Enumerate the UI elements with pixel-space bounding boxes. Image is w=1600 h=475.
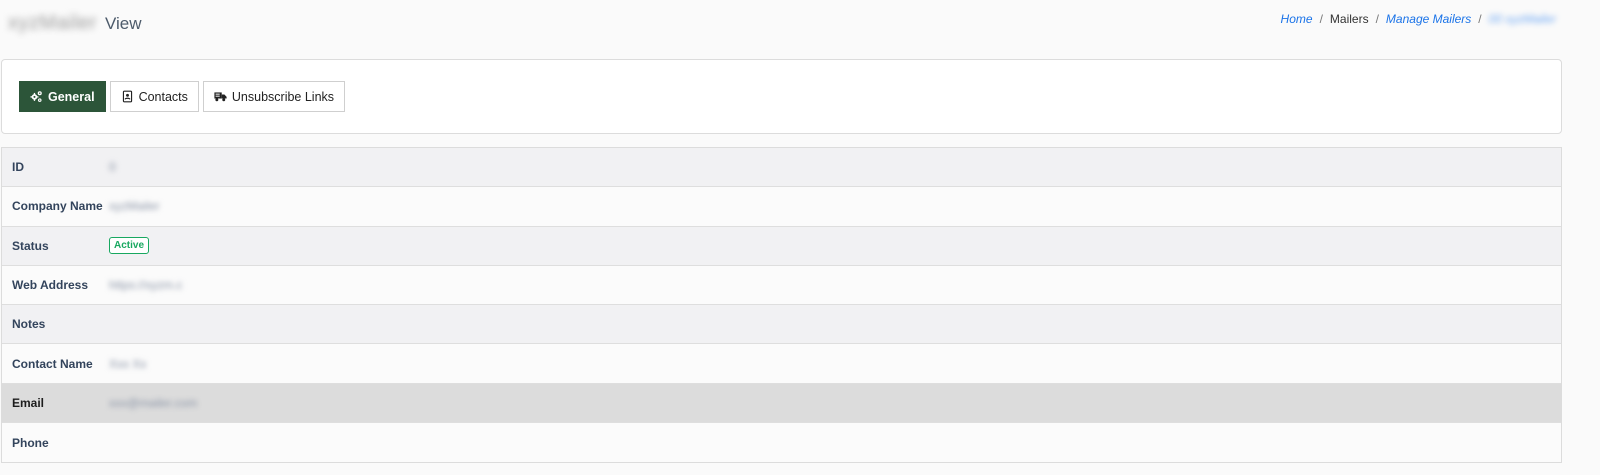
detail-row-web-address: Web Address https://xyzm.c (2, 265, 1561, 306)
breadcrumb-home[interactable]: Home (1281, 12, 1313, 26)
detail-table: ID 0 Company Name xyzMailer Status Activ… (1, 147, 1562, 464)
row-label: Phone (12, 435, 49, 450)
detail-row-email: Email xxx@mailer.com (2, 383, 1561, 424)
page-header: xyzMailer View Home / Mailers / Manage M… (0, 0, 1600, 48)
gears-icon (30, 90, 43, 103)
row-label: Email (12, 395, 45, 410)
detail-row-status: Status Active (2, 226, 1561, 266)
detail-row-contact-name: Contact Name Xxx Xx (2, 344, 1561, 384)
breadcrumb-manage-mailers[interactable]: Manage Mailers (1386, 12, 1471, 26)
truck-icon (214, 90, 227, 103)
tab-unsubscribe-links-label: Unsubscribe Links (231, 89, 335, 104)
breadcrumb-separator: / (1478, 12, 1482, 26)
row-value: xyzMailer (109, 199, 160, 214)
breadcrumb-separator: / (1375, 12, 1379, 26)
tab-unsubscribe-links[interactable]: Unsubscribe Links (202, 81, 346, 112)
row-label: Status (12, 238, 49, 253)
row-value: Active (109, 237, 150, 255)
tab-contacts[interactable]: Contacts (109, 81, 199, 112)
view-label: View (104, 13, 142, 33)
breadcrumb: Home / Mailers / Manage Mailers / 00 xyz… (1281, 12, 1556, 26)
row-value: Xxx Xx (109, 356, 147, 371)
detail-row-company-name: Company Name xyzMailer (2, 187, 1561, 227)
row-label: Contact Name (12, 356, 93, 371)
tab-card: General Contacts Unsubscribe Links (1, 59, 1562, 134)
row-label: Notes (12, 317, 46, 332)
tab-general[interactable]: General (19, 81, 106, 112)
detail-row-id: ID 0 (2, 148, 1561, 188)
row-label: ID (12, 160, 24, 175)
breadcrumb-current[interactable]: 00 xyzMailer (1489, 12, 1556, 26)
breadcrumb-separator: / (1319, 12, 1323, 26)
tab-general-label: General (48, 89, 95, 104)
row-label: Company Name (12, 199, 103, 214)
row-value: 0 (109, 160, 116, 175)
row-value: https://xyzm.c (109, 278, 183, 293)
row-label: Web Address (12, 278, 89, 293)
breadcrumb-mailers: Mailers (1329, 12, 1369, 26)
address-book-icon (121, 90, 134, 103)
tab-bar: General Contacts Unsubscribe Links (19, 81, 346, 112)
status-badge: Active (109, 237, 150, 255)
detail-row-phone: Phone (2, 423, 1561, 463)
row-value: xxx@mailer.com (109, 395, 198, 410)
mailer-name: xyzMailer (8, 12, 97, 34)
detail-row-notes: Notes (2, 305, 1561, 345)
tab-contacts-label: Contacts (138, 89, 188, 104)
page-title: xyzMailer View (8, 12, 142, 35)
